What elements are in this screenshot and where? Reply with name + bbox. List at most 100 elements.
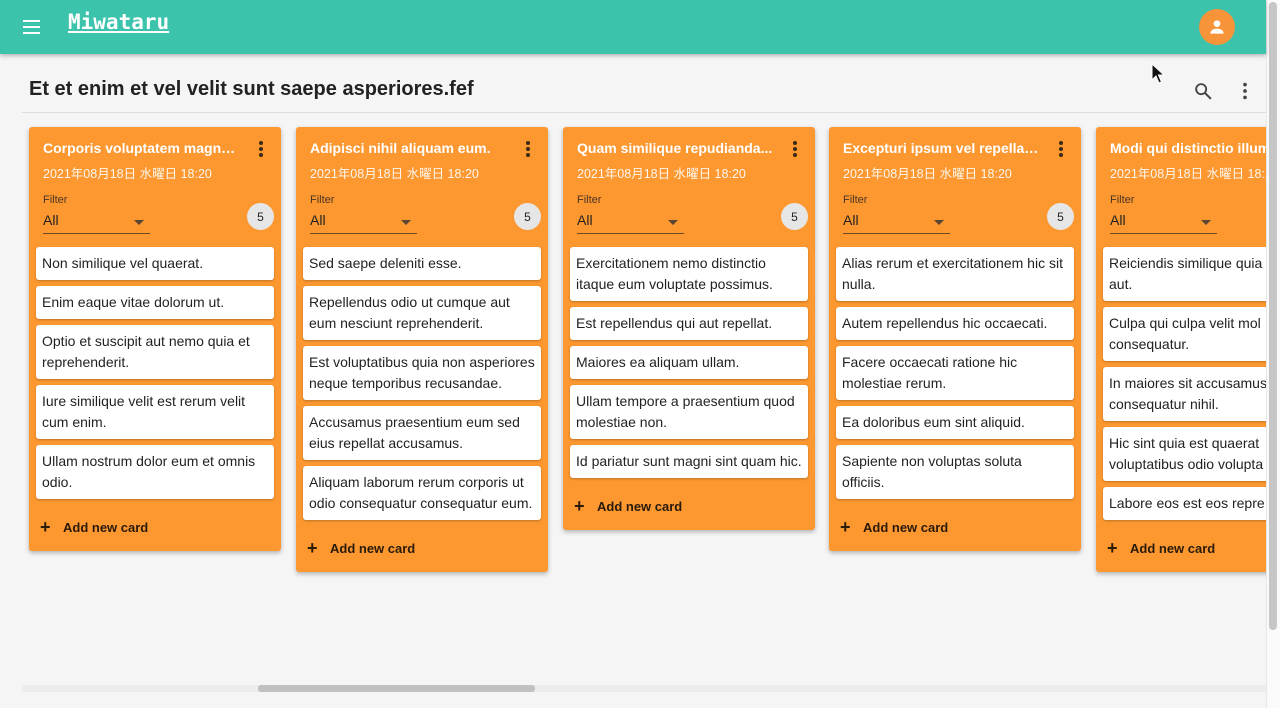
mouse-cursor-icon (1151, 63, 1165, 84)
list-header: Excepturi ipsum vel repellat... 2021年08月… (829, 127, 1081, 189)
more-vert-icon[interactable] (1234, 80, 1256, 102)
add-card-button[interactable]: + Add new card (563, 484, 815, 530)
card-list: Exercitationem nemo distinctio itaque eu… (563, 247, 815, 478)
card[interactable]: In maiores sit accusamus consequatur nih… (1103, 367, 1266, 421)
list-filter: Filter All 5 (563, 189, 815, 247)
filter-label: Filter (43, 194, 68, 206)
filter-value: All (43, 212, 59, 228)
card-count-badge: 5 (781, 203, 808, 230)
list-column: Modi qui distinctio illum 2021年08月18日 水曜… (1096, 127, 1266, 572)
card[interactable]: Facere occaecati ratione hic molestiae r… (836, 346, 1074, 400)
card[interactable]: Accusamus praesentium eum sed eius repel… (303, 406, 541, 460)
card-list: Non similique vel quaerat. Enim eaque vi… (29, 247, 281, 499)
horizontal-scrollbar-thumb[interactable] (258, 685, 535, 692)
card-list: Reiciendis similique quia numquam aut. C… (1096, 247, 1266, 520)
card[interactable]: Sed saepe deleniti esse. (303, 247, 541, 280)
plus-icon: + (840, 517, 851, 537)
board-lists-container: Corporis voluptatem magni ... 2021年08月18… (22, 113, 1266, 688)
filter-select[interactable]: All (310, 209, 417, 234)
plus-icon: + (574, 496, 585, 516)
dropdown-caret-icon (934, 220, 944, 225)
list-title[interactable]: Adipisci nihil aliquam eum. (310, 140, 506, 156)
list-column: Corporis voluptatem magni ... 2021年08月18… (29, 127, 281, 551)
list-date: 2021年08月18日 水曜日 18:20 (310, 167, 479, 181)
list-menu-icon[interactable] (520, 139, 536, 157)
card[interactable]: Labore eos est eos repre non. (1103, 487, 1266, 520)
list-title[interactable]: Modi qui distinctio illum (1110, 140, 1266, 156)
filter-value: All (843, 212, 859, 228)
search-icon[interactable] (1192, 80, 1214, 102)
card[interactable]: Ullam nostrum dolor eum et omnis odio. (36, 445, 274, 499)
dropdown-caret-icon (1201, 220, 1211, 225)
card[interactable]: Maiores ea aliquam ullam. (570, 346, 808, 379)
list-date: 2021年08月18日 水曜日 18:20 (577, 167, 746, 181)
add-card-button[interactable]: + Add new card (29, 505, 281, 551)
card[interactable]: Autem repellendus hic occaecati. (836, 307, 1074, 340)
add-card-label: Add new card (330, 541, 416, 556)
filter-label: Filter (843, 194, 868, 206)
card-count-badge: 5 (247, 203, 274, 230)
filter-select[interactable]: All (843, 209, 950, 234)
card-list: Sed saepe deleniti esse. Repellendus odi… (296, 247, 548, 520)
card[interactable]: Enim eaque vitae dolorum ut. (36, 286, 274, 319)
card[interactable]: Exercitationem nemo distinctio itaque eu… (570, 247, 808, 301)
account-circle-icon (1210, 20, 1224, 34)
dropdown-caret-icon (401, 220, 411, 225)
card[interactable]: Id pariatur sunt magni sint quam hic. (570, 445, 808, 478)
card[interactable]: Ea doloribus eum sint aliquid. (836, 406, 1074, 439)
list-column: Excepturi ipsum vel repellat... 2021年08月… (829, 127, 1081, 551)
card[interactable]: Culpa qui culpa velit mol consequatur. (1103, 307, 1266, 361)
card[interactable]: Optio et suscipit aut nemo quia et repre… (36, 325, 274, 379)
card[interactable]: Alias rerum et exercitationem hic sit nu… (836, 247, 1074, 301)
list-menu-icon[interactable] (253, 139, 269, 157)
list-filter: Filter All 5 (829, 189, 1081, 247)
filter-value: All (577, 212, 593, 228)
filter-select[interactable]: All (43, 209, 150, 234)
board-title-bar: Et et enim et vel velit sunt saepe asper… (22, 66, 1266, 113)
list-menu-icon[interactable] (1053, 139, 1069, 157)
card[interactable]: Hic sint quia est quaerat voluptatibus o… (1103, 427, 1266, 481)
add-card-label: Add new card (863, 520, 949, 535)
list-header: Corporis voluptatem magni ... 2021年08月18… (29, 127, 281, 189)
plus-icon: + (307, 538, 318, 558)
card[interactable]: Est repellendus qui aut repellat. (570, 307, 808, 340)
add-card-button[interactable]: + Add new card (829, 505, 1081, 551)
card[interactable]: Est voluptatibus quia non asperiores neq… (303, 346, 541, 400)
hamburger-menu-icon[interactable] (20, 16, 44, 38)
card[interactable]: Sapiente non voluptas soluta officiis. (836, 445, 1074, 499)
brand-logo-link[interactable]: Miwataru (68, 10, 169, 34)
list-menu-icon[interactable] (787, 139, 803, 157)
app-bar: Miwataru (0, 0, 1266, 54)
horizontal-scrollbar[interactable] (22, 685, 1266, 692)
list-date: 2021年08月18日 水曜日 18:20 (1110, 167, 1266, 181)
filter-label: Filter (310, 194, 335, 206)
card[interactable]: Reiciendis similique quia numquam aut. (1103, 247, 1266, 301)
card[interactable]: Non similique vel quaerat. (36, 247, 274, 280)
dropdown-caret-icon (668, 220, 678, 225)
card[interactable]: Repellendus odio ut cumque aut eum nesci… (303, 286, 541, 340)
list-column: Quam similique repudianda... 2021年08月18日… (563, 127, 815, 530)
filter-value: All (1110, 212, 1126, 228)
card-count-badge: 5 (1047, 203, 1074, 230)
list-date: 2021年08月18日 水曜日 18:20 (843, 167, 1012, 181)
filter-select[interactable]: All (1110, 209, 1217, 234)
add-card-button[interactable]: + Add new card (296, 526, 548, 572)
card-list: Alias rerum et exercitationem hic sit nu… (829, 247, 1081, 499)
list-date: 2021年08月18日 水曜日 18:20 (43, 167, 212, 181)
account-avatar-button[interactable] (1199, 9, 1235, 45)
list-title[interactable]: Excepturi ipsum vel repellat... (843, 140, 1039, 156)
card[interactable]: Aliquam laborum rerum corporis ut odio c… (303, 466, 541, 520)
list-filter: Filter All 5 (1096, 189, 1266, 247)
filter-select[interactable]: All (577, 209, 684, 234)
list-title[interactable]: Quam similique repudianda... (577, 140, 773, 156)
filter-label: Filter (1110, 194, 1135, 206)
card[interactable]: Iure similique velit est rerum velit cum… (36, 385, 274, 439)
card[interactable]: Ullam tempore a praesentium quod molesti… (570, 385, 808, 439)
vertical-scrollbar-thumb[interactable] (1269, 2, 1277, 630)
add-card-label: Add new card (597, 499, 683, 514)
add-card-button[interactable]: + Add new card (1096, 526, 1266, 572)
add-card-label: Add new card (63, 520, 149, 535)
plus-icon: + (1107, 538, 1118, 558)
list-title[interactable]: Corporis voluptatem magni ... (43, 140, 239, 156)
add-card-label: Add new card (1130, 541, 1216, 556)
